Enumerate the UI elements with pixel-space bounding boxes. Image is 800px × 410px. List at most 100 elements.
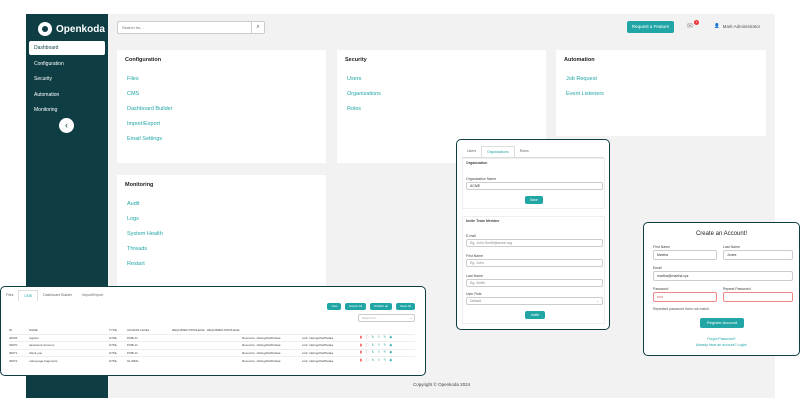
chevron-left-icon[interactable]: ‹ xyxy=(59,118,74,133)
cell-link[interactable]: Link: /debug/tfsdfhsdaa xyxy=(302,341,360,349)
history-icon[interactable]: ↻ xyxy=(371,350,374,355)
link-email-settings[interactable]: Email Settings xyxy=(127,132,173,147)
link-logs[interactable]: Logs xyxy=(127,212,163,227)
history-icon[interactable]: ↻ xyxy=(371,335,374,340)
edit-icon[interactable]: ✎ xyxy=(383,350,386,355)
clear-all-button[interactable]: Clear All xyxy=(395,303,415,310)
email-label: E-mail xyxy=(466,234,476,238)
cell-resource: Resource: /debug/tfsdfhsdaa xyxy=(242,333,302,342)
org-name-label: Organization Name xyxy=(466,177,497,181)
cell-link[interactable]: Link: /debug/tfsdfhsdaa xyxy=(302,348,360,357)
link-system-health[interactable]: System Health xyxy=(127,227,163,242)
notification-icon[interactable]: ✉ 1 xyxy=(687,20,699,31)
table-row[interactable]: 30070 password-recovery HTML PUBLIC Reso… xyxy=(9,341,415,349)
info-icon[interactable]: ⓘ xyxy=(365,350,369,355)
logo[interactable]: Openkoda xyxy=(38,19,105,39)
user-icon: 👤 xyxy=(714,23,720,28)
link-event-listeners[interactable]: Event Listeners xyxy=(566,87,604,102)
search-placeholder: Search for... xyxy=(362,316,379,320)
last-name-field[interactable]: Jones xyxy=(723,250,793,260)
search-icon[interactable]: ⌕ xyxy=(410,315,412,322)
email-field[interactable]: Eg. John.Smith@acme.org xyxy=(466,239,603,247)
tab-roles[interactable]: Roles xyxy=(515,146,534,157)
link-organizations[interactable]: Organizations xyxy=(347,87,381,102)
link-import-export[interactable]: Import/Export xyxy=(127,117,173,132)
view-icon[interactable]: ◉ xyxy=(389,350,392,355)
publish-all-button[interactable]: Publish all xyxy=(370,303,392,310)
cell-link[interactable]: Link: /debug/tfsdfhsdaa xyxy=(302,333,360,342)
cell-resource: Resource: /debug/tfsdfhsdaa xyxy=(242,341,302,349)
tab-import-export[interactable]: Import/Export xyxy=(77,290,108,301)
history-icon[interactable]: ↻ xyxy=(371,343,374,348)
link-cms[interactable]: CMS xyxy=(127,87,173,102)
edit-icon[interactable]: ✎ xyxy=(383,343,386,348)
edit-icon[interactable]: ✎ xyxy=(383,335,386,340)
delete-icon[interactable]: ▮ xyxy=(360,358,362,363)
table-row[interactable]: 30072 main-page-fragments HTML GLOBAL Re… xyxy=(9,356,415,364)
info-icon[interactable]: ⓘ xyxy=(365,358,369,363)
tab-users[interactable]: Users xyxy=(462,146,481,157)
sidebar-item-dashboard[interactable]: Dashboard xyxy=(29,41,105,55)
last-name-field[interactable]: Eg. Smith xyxy=(466,279,603,287)
export-all-button[interactable]: Export All xyxy=(345,303,367,310)
cell-link[interactable]: Link: /debug/tfsdfhsdaa xyxy=(302,356,360,364)
delete-icon[interactable]: ▮ xyxy=(360,350,362,355)
sidebar-item-security[interactable]: Security xyxy=(29,72,105,86)
org-name-field[interactable]: ACME xyxy=(466,182,603,190)
search-input[interactable] xyxy=(118,22,251,33)
info-icon[interactable]: ⓘ xyxy=(365,335,369,340)
table-row[interactable]: 30071 thank-you HTML PUBLIC Resource: /d… xyxy=(9,348,415,357)
save-button[interactable]: Save xyxy=(525,196,543,204)
edit-icon[interactable]: ✎ xyxy=(383,358,386,363)
link-job-request[interactable]: Job Request xyxy=(566,72,604,87)
history-icon[interactable]: ↻ xyxy=(371,358,374,363)
email-field[interactable]: martha@martha.xyz xyxy=(653,271,793,281)
first-name-field[interactable]: Eg. John xyxy=(466,259,603,267)
delete-icon[interactable]: ▮ xyxy=(360,343,362,348)
link-users[interactable]: Users xyxy=(347,72,381,87)
info-icon[interactable]: ⓘ xyxy=(365,343,369,348)
link-audit[interactable]: Audit xyxy=(127,197,163,212)
table-search-input[interactable]: Search for... ⌕ xyxy=(358,314,415,322)
table-row[interactable]: 30025 register HTML PUBLIC Resource: /de… xyxy=(9,333,415,342)
new-button[interactable]: New xyxy=(327,303,342,310)
upload-icon[interactable]: ⇧ xyxy=(377,358,380,363)
user-menu[interactable]: 👤 Mark Administrator xyxy=(714,23,760,29)
search-icon[interactable]: ⌕ xyxy=(251,22,264,33)
monitoring-card: Monitoring Audit Logs System Health Thre… xyxy=(117,175,326,288)
cell-access: PUBLIC xyxy=(127,341,172,349)
configuration-card: Configuration Files CMS Dashboard Builde… xyxy=(117,50,326,163)
link-files[interactable]: Files xyxy=(127,72,173,87)
view-icon[interactable]: ◉ xyxy=(389,358,392,363)
request-feature-button[interactable]: Request a Feature xyxy=(627,21,674,33)
register-panel: Create an Account! First Name Martha Las… xyxy=(643,222,800,356)
password-field[interactable]: ••••• xyxy=(653,292,717,302)
upload-icon[interactable]: ⇧ xyxy=(377,350,380,355)
tab-organizations[interactable]: Organizations xyxy=(481,146,515,157)
login-link[interactable]: Already have an account? Login! xyxy=(644,343,799,347)
view-icon[interactable]: ◉ xyxy=(389,335,392,340)
sidebar-item-automation[interactable]: Automation xyxy=(29,88,105,102)
tab-dashboard-builder[interactable]: Dashboard Builder xyxy=(38,290,77,301)
first-name-field[interactable]: Martha xyxy=(653,250,717,260)
delete-icon[interactable]: ▮ xyxy=(360,335,362,340)
upload-icon[interactable]: ⇧ xyxy=(377,335,380,340)
upload-icon[interactable]: ⇧ xyxy=(377,343,380,348)
sidebar-item-configuration[interactable]: Configuration xyxy=(29,57,105,71)
forgot-password-link[interactable]: Forgot Password? xyxy=(644,337,799,341)
sidebar-item-monitoring[interactable]: Monitoring xyxy=(29,103,105,117)
repeat-password-label: Repeat Password xyxy=(723,287,751,291)
view-icon[interactable]: ◉ xyxy=(389,343,392,348)
link-dashboard-builder[interactable]: Dashboard Builder xyxy=(127,102,173,117)
link-threads[interactable]: Threads xyxy=(127,242,163,257)
link-roles[interactable]: Roles xyxy=(347,102,381,117)
register-account-button[interactable]: Register Account xyxy=(700,318,744,328)
tab-cms[interactable]: CMS xyxy=(18,290,39,301)
cell-id: 30072 xyxy=(9,356,29,364)
tab-files[interactable]: Files xyxy=(1,290,18,301)
repeat-password-field[interactable] xyxy=(723,292,793,302)
register-title: Create an Account! xyxy=(695,231,748,237)
link-restart[interactable]: Restart xyxy=(127,257,163,272)
invite-button[interactable]: Invite xyxy=(525,311,545,319)
role-select[interactable]: Default ⌄ xyxy=(466,297,603,305)
